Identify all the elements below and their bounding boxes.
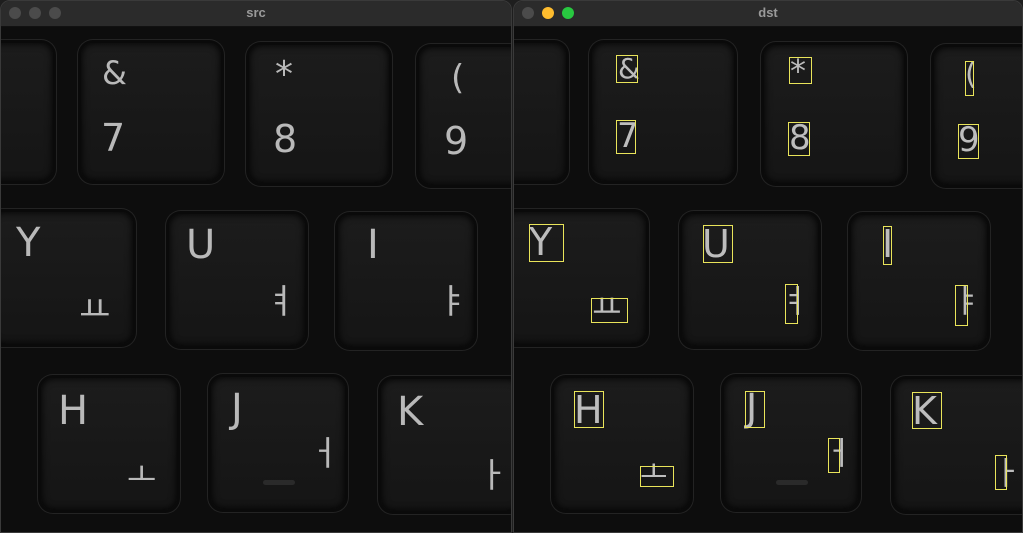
detection-box: [789, 57, 812, 84]
glyph-I: I: [367, 222, 379, 268]
detection-box: [616, 55, 638, 83]
dst-window-title: dst: [758, 5, 778, 20]
glyph-hangul-ya: ㅑ: [437, 282, 469, 322]
homing-bump: [263, 480, 295, 485]
key-7: [592, 43, 734, 181]
detection-box: [616, 120, 636, 154]
src-titlebar: src: [1, 1, 511, 27]
detection-box: [965, 61, 974, 96]
glyph-H: H: [58, 388, 89, 434]
key-partial: [514, 43, 566, 181]
detection-box: [788, 122, 810, 156]
glyph-9: 9: [444, 119, 469, 163]
homing-bump: [776, 480, 808, 485]
detection-box: [745, 391, 765, 428]
detection-box: [828, 438, 840, 473]
detection-box: [958, 124, 979, 159]
glyph-hangul-yo: ㅛ: [79, 290, 111, 330]
glyph-hangul-o: ㅗ: [127, 456, 157, 494]
glyph-Y: Y: [16, 220, 41, 266]
glyph-U: U: [186, 222, 216, 268]
glyph-hangul-yeo: ㅕ: [265, 282, 297, 322]
glyph-asterisk: *: [275, 54, 293, 95]
key-8: [764, 45, 904, 183]
detection-box: [912, 392, 942, 429]
key-partial: [1, 43, 53, 181]
key-9: [934, 47, 1022, 185]
detection-box: [703, 225, 733, 263]
glyph-J: J: [231, 386, 243, 432]
dst-window: dst & 7 * 8 ( 9 Y ㅛ U ㅕ I ㅑ H ㅗ J ㅓ K ㅏ: [513, 0, 1023, 533]
detection-box: [883, 226, 892, 265]
detection-box: [529, 224, 564, 262]
detection-box: [591, 298, 628, 323]
detection-box: [955, 285, 968, 326]
key-8: [249, 45, 389, 183]
src-window: src & 7 * 8 ( 9 Y ㅛ U ㅕ I ㅑ H ㅗ J ㅓ K ㅏ: [0, 0, 512, 533]
glyph-ampersand: &: [102, 54, 127, 92]
detection-box: [995, 455, 1007, 490]
dst-titlebar: dst: [514, 1, 1022, 27]
glyph-8: 8: [273, 117, 298, 161]
glyph-hangul-eo: ㅓ: [309, 434, 341, 474]
detection-box: [785, 284, 798, 324]
src-window-title: src: [246, 5, 266, 20]
dst-image: & 7 * 8 ( 9 Y ㅛ U ㅕ I ㅑ H ㅗ J ㅓ K ㅏ: [514, 27, 1022, 532]
src-image: & 7 * 8 ( 9 Y ㅛ U ㅕ I ㅑ H ㅗ J ㅓ K ㅏ: [1, 27, 511, 532]
detection-box: [640, 466, 674, 487]
key-I: [338, 215, 474, 347]
key-9: [419, 47, 511, 185]
glyph-7: 7: [101, 116, 126, 160]
glyph-paren: (: [451, 58, 465, 98]
detection-box: [574, 391, 604, 428]
glyph-hangul-a: ㅏ: [477, 456, 509, 496]
key-I: [851, 215, 987, 347]
glyph-K: K: [397, 389, 424, 435]
